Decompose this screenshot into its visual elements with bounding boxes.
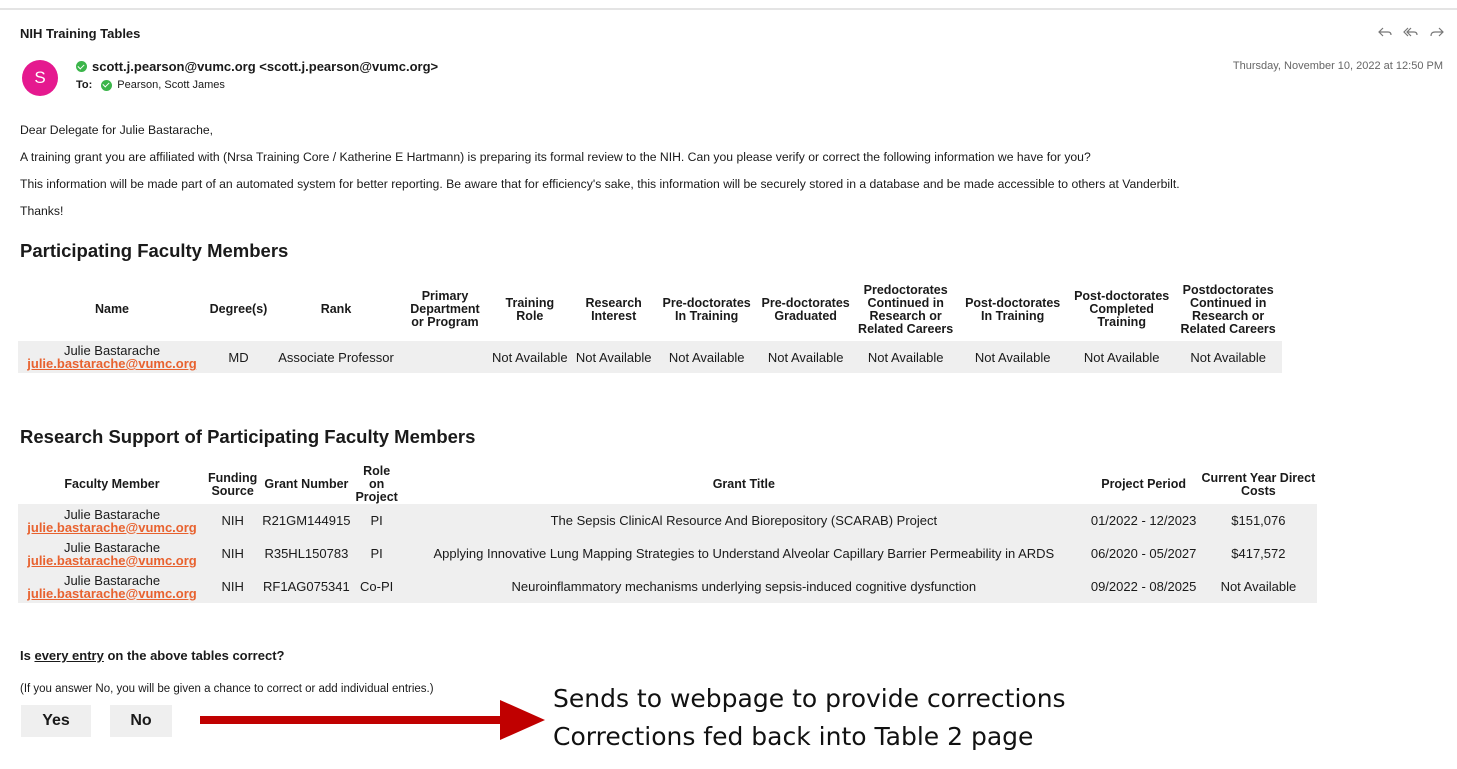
grant-number-cell: R21GM144915: [259, 504, 354, 537]
postdoc-completed-cell: Not Available: [1068, 341, 1175, 373]
reply-icon[interactable]: [1377, 24, 1393, 40]
col-header: Pre-doctorates In Training: [662, 295, 751, 323]
sender-avatar: S: [22, 60, 58, 96]
grant-title-cell: The Sepsis ClinicAl Resource And Biorepo…: [399, 504, 1088, 537]
department-cell: [401, 341, 489, 373]
postdoc-training-cell: Not Available: [956, 341, 1069, 373]
faculty-email-link[interactable]: julie.bastarache@vumc.org: [21, 521, 203, 534]
red-arrow-annotation: [200, 700, 545, 740]
col-header: Predoctorates Continued in Research or R…: [858, 282, 954, 336]
direct-costs-cell: $151,076: [1199, 504, 1318, 537]
table-row: Julie Bastarache julie.bastarache@vumc.o…: [18, 570, 1318, 603]
message-toolbar: [1377, 24, 1445, 40]
faculty-name: Julie Bastarache: [63, 572, 161, 588]
col-header: Post-doctorates Completed Training: [1074, 289, 1170, 329]
support-table: Faculty Member Funding Source Grant Numb…: [18, 464, 1318, 603]
sender-address[interactable]: scott.j.pearson@vumc.org <scott.j.pearso…: [92, 59, 438, 74]
col-header: Grant Title: [712, 477, 775, 491]
paragraph-notice: This information will be made part of an…: [20, 177, 1180, 191]
rank-cell: Associate Professor: [271, 341, 401, 373]
faculty-email-link[interactable]: julie.bastarache@vumc.org: [21, 554, 203, 567]
question-suffix: on the above tables correct?: [103, 648, 285, 663]
col-header: Grant Number: [264, 477, 349, 491]
role-cell: PI: [353, 537, 400, 570]
col-header: Pre-doctorates Graduated: [761, 295, 850, 323]
project-period-cell: 09/2022 - 08/2025: [1087, 570, 1200, 603]
grant-number-cell: RF1AG075341: [259, 570, 354, 603]
col-header: Primary Department or Program: [410, 289, 480, 329]
faculty-email-link[interactable]: julie.bastarache@vumc.org: [21, 587, 203, 600]
paragraph-intro: A training grant you are affiliated with…: [20, 150, 1091, 164]
col-header: Training Role: [505, 295, 555, 323]
grant-number-cell: R35HL150783: [259, 537, 354, 570]
postdoc-continued-cell: Not Available: [1174, 341, 1282, 373]
col-header: Faculty Member: [64, 477, 160, 491]
support-table-heading: Research Support of Participating Facult…: [20, 426, 476, 447]
question-emphasis: every entry: [34, 648, 104, 663]
faculty-member-cell: Julie Bastarache julie.bastarache@vumc.o…: [18, 537, 206, 570]
confirmation-question: Is every entry on the above tables corre…: [20, 648, 284, 663]
col-header: Name: [94, 302, 130, 316]
predoc-continued-cell: Not Available: [854, 341, 957, 373]
faculty-member-cell: Julie Bastarache julie.bastarache@vumc.o…: [18, 504, 206, 537]
col-header: Postdoctorates Continued in Research or …: [1180, 282, 1276, 336]
email-subject: NIH Training Tables: [20, 26, 141, 41]
forward-icon[interactable]: [1429, 24, 1445, 40]
faculty-email-link[interactable]: julie.bastarache@vumc.org: [21, 357, 203, 370]
annotation-line-2: Corrections fed back into Table 2 page: [553, 722, 1034, 751]
question-prefix: Is: [20, 648, 35, 663]
role-cell: PI: [353, 504, 400, 537]
faculty-table: Name Degree(s) Rank Primary Department o…: [18, 278, 1282, 373]
table-row: Julie Bastarache julie.bastarache@vumc.o…: [18, 504, 1318, 537]
direct-costs-cell: $417,572: [1199, 537, 1318, 570]
col-header: Rank: [320, 302, 352, 316]
grant-title-cell: Neuroinflammatory mechanisms underlying …: [399, 570, 1088, 603]
to-label: To:: [76, 79, 93, 91]
faculty-member-cell: Julie Bastarache julie.bastarache@vumc.o…: [18, 570, 206, 603]
col-header: Funding Source: [208, 470, 258, 498]
confirmation-note: (If you answer No, you will be given a c…: [20, 683, 434, 695]
grant-title-cell: Applying Innovative Lung Mapping Strateg…: [399, 537, 1088, 570]
funding-source-cell: NIH: [206, 537, 260, 570]
faculty-name: Julie Bastarache: [63, 539, 161, 555]
col-header: Current Year Direct Costs: [1201, 470, 1316, 498]
training-role-cell: Not Available: [489, 341, 571, 373]
recipient-line: To: Pearson, Scott James: [76, 79, 225, 91]
table-row: Julie Bastarache julie.bastarache@vumc.o…: [18, 537, 1318, 570]
greeting: Dear Delegate for Julie Bastarache,: [20, 123, 214, 137]
col-header: Project Period: [1101, 477, 1186, 491]
role-cell: Co-PI: [353, 570, 400, 603]
funding-source-cell: NIH: [206, 504, 260, 537]
faculty-table-heading: Participating Faculty Members: [20, 240, 289, 261]
col-header: Degree(s): [209, 302, 268, 316]
faculty-name: Julie Bastarache: [63, 506, 161, 522]
yes-button[interactable]: Yes: [21, 705, 91, 737]
recipient-name[interactable]: Pearson, Scott James: [117, 79, 225, 91]
col-header: Post-doctorates In Training: [965, 295, 1061, 323]
col-header: Research Interest: [585, 295, 642, 323]
table-row: Julie Bastarache julie.bastarache@vumc.o…: [18, 341, 1282, 373]
header-divider: [0, 8, 1457, 10]
annotation-line-1: Sends to webpage to provide corrections: [553, 684, 1066, 713]
degree-cell: MD: [206, 341, 271, 373]
project-period-cell: 01/2022 - 12/2023: [1087, 504, 1200, 537]
sender-line: scott.j.pearson@vumc.org <scott.j.pearso…: [76, 59, 438, 74]
direct-costs-cell: Not Available: [1199, 570, 1318, 603]
funding-source-cell: NIH: [206, 570, 260, 603]
verified-check-icon: [76, 61, 87, 72]
no-button[interactable]: No: [110, 705, 172, 737]
reply-all-icon[interactable]: [1403, 24, 1419, 40]
research-interest-cell: Not Available: [570, 341, 657, 373]
thanks: Thanks!: [20, 204, 64, 218]
faculty-name-cell: Julie Bastarache julie.bastarache@vumc.o…: [18, 341, 206, 373]
email-date: Thursday, November 10, 2022 at 12:50 PM: [1232, 60, 1443, 72]
verified-check-icon: [101, 79, 113, 91]
predoc-training-cell: Not Available: [656, 341, 757, 373]
project-period-cell: 06/2020 - 05/2027: [1087, 537, 1200, 570]
predoc-graduated-cell: Not Available: [756, 341, 855, 373]
col-header: Role on Project: [355, 464, 398, 504]
